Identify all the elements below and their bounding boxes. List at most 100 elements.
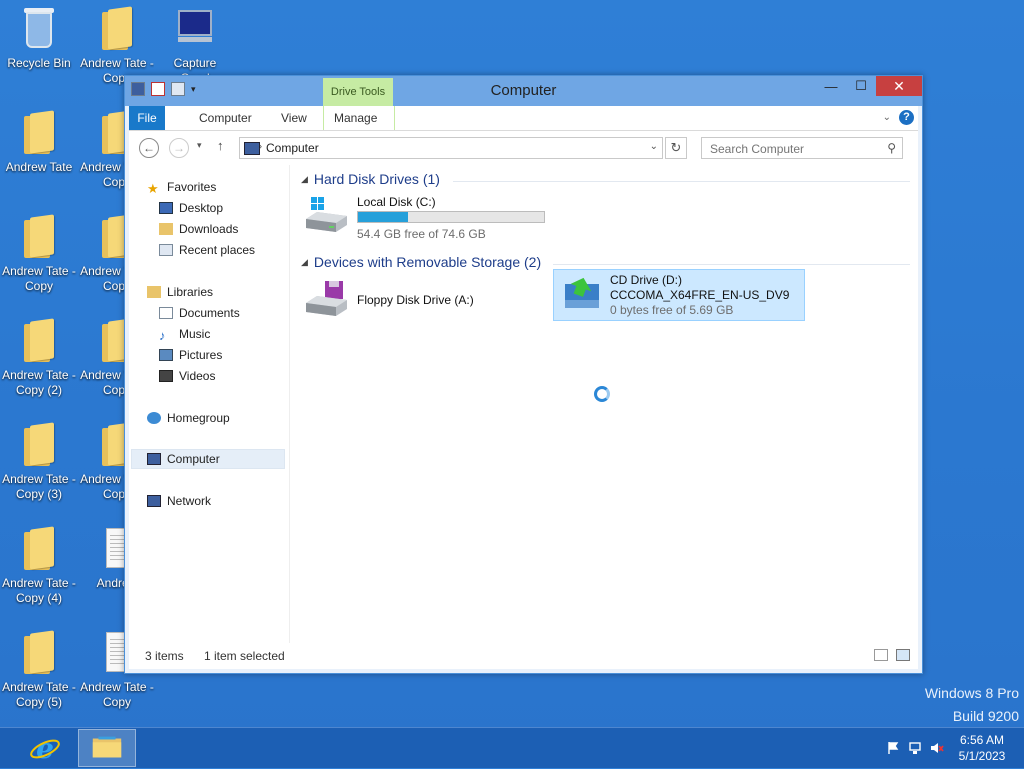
nav-music[interactable]: ♪ Music (159, 325, 210, 343)
nav-computer[interactable]: Computer (147, 450, 220, 468)
search-box[interactable]: ⚲ (701, 137, 903, 159)
explorer-window: ▾ Drive Tools Computer — ☐ ✕ File Comput… (124, 75, 923, 674)
breadcrumb-chevron-icon[interactable]: › (259, 141, 262, 151)
folder-icon (18, 526, 60, 572)
nav-downloads[interactable]: Downloads (159, 220, 238, 238)
ribbon-right-controls: ⌄ ? (883, 110, 914, 125)
downloads-icon (159, 223, 173, 235)
music-note-icon: ♪ (159, 328, 166, 343)
group-header-hard-disk-drives[interactable]: ◢ Hard Disk Drives (1) (301, 171, 440, 187)
libraries-icon (147, 286, 161, 298)
drive-usage-bar (357, 211, 545, 223)
desktop-icon-capture-good[interactable]: Capture Good (158, 6, 232, 86)
tab-computer[interactable]: Computer (189, 106, 262, 130)
desktop-icon-andrew-tate-copy-3[interactable]: Andrew Tate - Copy (3) (2, 422, 76, 502)
pictures-icon (159, 349, 173, 361)
group-title: Devices with Removable Storage (2) (313, 254, 542, 270)
hard-drive-windows-icon (306, 197, 347, 232)
nav-label: Documents (179, 306, 240, 320)
desktop-icon-andrew-tate[interactable]: Andrew Tate (2, 110, 76, 175)
floppy-drive-icon (306, 281, 347, 316)
desktop-icon-label: Andrew Tate (5, 160, 73, 174)
expand-ribbon-chevron-icon[interactable]: ⌄ (883, 112, 891, 123)
collapse-triangle-icon[interactable]: ◢ (301, 257, 308, 267)
window-controls: — ☐ ✕ (816, 76, 922, 96)
desktop-icon-recycle-bin[interactable]: Recycle Bin (2, 6, 76, 71)
nav-desktop[interactable]: Desktop (159, 199, 223, 217)
desktop-icon-label: Andrew Tate - Copy (80, 680, 154, 709)
desktop-icon-andrew-tate-copy-top[interactable]: Andrew Tate - Copy (80, 6, 154, 86)
computer-icon (244, 142, 260, 155)
nav-label: Videos (179, 369, 216, 383)
desktop-icon-label: Recycle Bin (7, 56, 71, 70)
drive-free-space: 0 bytes free of 5.69 GB (610, 303, 734, 317)
status-bar: 3 items 1 item selected (129, 643, 918, 669)
nav-videos[interactable]: Videos (159, 367, 215, 385)
tab-file[interactable]: File (129, 106, 165, 130)
refresh-button[interactable]: ↻ (665, 137, 687, 159)
drive-name: Floppy Disk Drive (A:) (357, 293, 474, 307)
drive-floppy-a[interactable]: Floppy Disk Drive (A:) (303, 279, 523, 321)
recent-locations-chevron-icon[interactable]: ▾ (197, 140, 202, 151)
search-icon[interactable]: ⚲ (887, 141, 896, 155)
search-input[interactable] (708, 139, 882, 159)
large-icons-view-icon[interactable] (896, 649, 910, 661)
file-explorer-taskbar-button[interactable] (78, 729, 136, 767)
tab-view[interactable]: View (271, 106, 317, 130)
content-area: ★ Favorites Desktop Downloads Recent plac… (129, 165, 918, 643)
drive-cd-d-selected[interactable]: CD Drive (D:) CCCOMA_X64FRE_EN-US_DV9 0 … (553, 269, 805, 321)
nav-label: Homegroup (167, 411, 230, 425)
address-bar[interactable]: › Computer ⌄ (239, 137, 663, 159)
network-icon (147, 495, 161, 507)
navigation-bar: ← → ▾ ↑ › Computer ⌄ ↻ ⚲ (129, 131, 918, 165)
tab-manage[interactable]: Manage (323, 106, 395, 130)
up-button[interactable]: ↑ (217, 138, 224, 153)
desktop-icon-andrew-tate-copy[interactable]: Andrew Tate - Copy (2, 214, 76, 294)
nav-label: Recent places (179, 243, 256, 257)
action-center-flag-icon[interactable] (886, 741, 900, 755)
address-dropdown-chevron-icon[interactable]: ⌄ (650, 141, 658, 152)
internet-explorer-icon[interactable]: e (28, 731, 62, 765)
collapse-triangle-icon[interactable]: ◢ (301, 174, 308, 184)
nav-documents[interactable]: Documents (159, 304, 240, 322)
back-button[interactable]: ← (139, 138, 159, 158)
group-header-removable-storage[interactable]: ◢ Devices with Removable Storage (2) (301, 254, 541, 270)
folder-icon (92, 736, 122, 758)
desktop-icon-andrew-tate-copy-5[interactable]: Andrew Tate - Copy (5) (2, 630, 76, 710)
documents-icon (159, 307, 173, 319)
navigation-pane: ★ Favorites Desktop Downloads Recent plac… (129, 165, 290, 643)
folder-icon (18, 110, 60, 156)
nav-pictures[interactable]: Pictures (159, 346, 222, 364)
nav-libraries[interactable]: Libraries (147, 283, 213, 301)
details-view-icon[interactable] (874, 649, 888, 661)
title-bar[interactable]: ▾ Drive Tools Computer — ☐ ✕ (125, 76, 922, 106)
close-button[interactable]: ✕ (876, 76, 922, 96)
minimize-button[interactable]: — (816, 76, 846, 96)
forward-button[interactable]: → (169, 138, 189, 158)
nav-label: Favorites (167, 180, 217, 194)
network-icon[interactable] (908, 741, 922, 755)
nav-network[interactable]: Network (147, 492, 211, 510)
recycle-bin-icon (18, 6, 60, 52)
drive-volume-label: CCCOMA_X64FRE_EN-US_DV9 (610, 288, 790, 302)
svg-text:e: e (36, 732, 54, 765)
desktop-icon-andrew-tate-copy-4[interactable]: Andrew Tate - Copy (4) (2, 526, 76, 606)
taskbar-clock[interactable]: 6:56 AM 5/1/2023 (952, 732, 1012, 764)
item-count: 3 items (145, 649, 184, 663)
drive-local-disk-c[interactable]: Local Disk (C:) 54.4 GB free of 74.6 GB (303, 195, 553, 241)
nav-label: Libraries (167, 285, 214, 299)
breadcrumb-computer[interactable]: Computer (266, 141, 319, 155)
maximize-button[interactable]: ☐ (846, 76, 876, 96)
desktop-icon-andrew-tate-copy-2[interactable]: Andrew Tate - Copy (2) (2, 318, 76, 398)
clock-date: 5/1/2023 (958, 749, 1006, 763)
nav-homegroup[interactable]: Homegroup (147, 409, 230, 427)
nav-favorites[interactable]: ★ Favorites (147, 178, 216, 196)
volume-muted-icon[interactable] (930, 741, 944, 755)
help-icon[interactable]: ? (899, 110, 914, 125)
group-title: Hard Disk Drives (1) (313, 171, 440, 187)
drive-usage-fill (358, 212, 409, 222)
nav-recent-places[interactable]: Recent places (159, 241, 255, 259)
group-divider (553, 264, 910, 265)
folder-icon (96, 6, 138, 52)
windows-edition-watermark: Windows 8 Pro (924, 685, 1019, 701)
